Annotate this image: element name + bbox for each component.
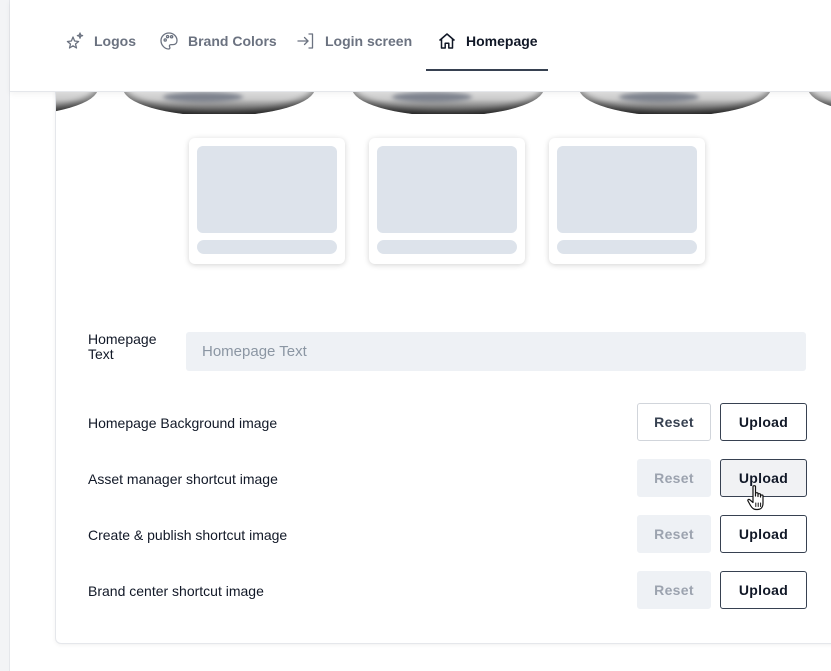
- image-setting-label: Create & publish shortcut image: [88, 527, 288, 543]
- image-setting-row: Homepage Background image Reset Upload: [88, 403, 820, 443]
- tab-label: Homepage: [466, 33, 538, 49]
- background-image-preview: [56, 92, 831, 114]
- settings-panel: Homepage Text Homepage Background image …: [10, 0, 831, 671]
- shortcut-preview-image-placeholder: [557, 146, 697, 233]
- shortcut-preview-card: [189, 138, 345, 264]
- preview-ring-image: [123, 92, 315, 114]
- preview-ring-image: [56, 92, 98, 114]
- tab-label: Brand Colors: [188, 33, 277, 49]
- hand-pointer-cursor-icon: [746, 484, 770, 514]
- image-setting-label: Brand center shortcut image: [88, 583, 264, 599]
- homepage-text-label: Homepage Text: [88, 331, 157, 362]
- palette-icon: [158, 30, 180, 52]
- shortcut-preview-title-placeholder: [557, 240, 697, 254]
- homepage-settings-card: Homepage Text Homepage Background image …: [55, 70, 831, 644]
- image-setting-label: Homepage Background image: [88, 415, 278, 431]
- tab-label: Logos: [94, 33, 136, 49]
- tab-logos[interactable]: Logos: [64, 30, 136, 71]
- tab-brand-colors[interactable]: Brand Colors: [158, 30, 277, 71]
- upload-button[interactable]: Upload: [720, 403, 807, 441]
- preview-ring-image: [808, 92, 831, 114]
- image-setting-row: Create & publish shortcut image Reset Up…: [88, 515, 820, 555]
- reset-button[interactable]: Reset: [637, 403, 711, 441]
- sparkles-icon: [64, 30, 86, 52]
- tab-label: Login screen: [325, 33, 413, 49]
- image-setting-label: Asset manager shortcut image: [88, 471, 278, 487]
- shortcut-preview-card: [549, 138, 705, 264]
- window-left-edge: [0, 0, 10, 671]
- homepage-text-input[interactable]: [186, 332, 806, 371]
- shortcut-preview-title-placeholder: [377, 240, 517, 254]
- shortcut-preview-image-placeholder: [377, 146, 517, 233]
- home-icon: [436, 30, 458, 52]
- image-setting-row: Brand center shortcut image Reset Upload: [88, 571, 820, 611]
- shortcut-preview-card: [369, 138, 525, 264]
- preview-ring-image: [579, 92, 771, 114]
- settings-tab-bar: Logos Brand Colors Login screen Homepage: [10, 0, 831, 92]
- reset-button[interactable]: Reset: [637, 459, 711, 497]
- upload-button[interactable]: Upload: [720, 515, 807, 553]
- tab-login-screen[interactable]: Login screen: [295, 33, 412, 71]
- shortcut-preview-image-placeholder: [197, 146, 337, 233]
- upload-button[interactable]: Upload: [720, 571, 807, 609]
- image-setting-row: Asset manager shortcut image Reset Uploa…: [88, 459, 820, 499]
- login-arrow-icon: [295, 30, 317, 52]
- tab-homepage[interactable]: Homepage: [426, 30, 548, 71]
- reset-button[interactable]: Reset: [637, 571, 711, 609]
- shortcut-preview-title-placeholder: [197, 240, 337, 254]
- reset-button[interactable]: Reset: [637, 515, 711, 553]
- preview-ring-image: [352, 92, 544, 114]
